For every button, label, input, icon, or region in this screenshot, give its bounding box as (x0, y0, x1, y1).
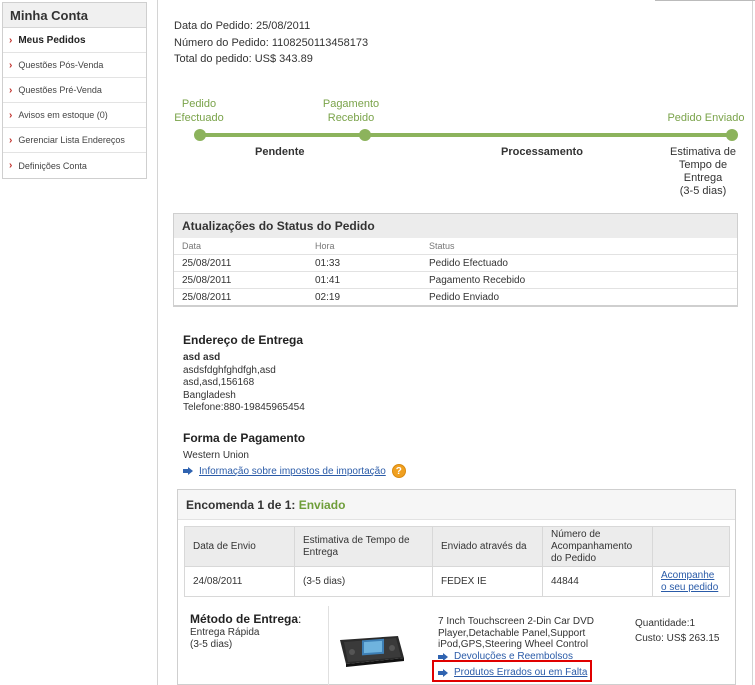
cell: 02:19 (315, 291, 341, 303)
step-pedido-efectuado: Pedido Efectuado (174, 98, 224, 124)
product-quantity-cost: Quantidade:1 Custo: US$ 263.15 (635, 616, 720, 646)
shipping-address: asd asd asdsfdghfghdfgh,asd asd,asd,1561… (183, 352, 305, 415)
address-line: asdsfdghfghdfgh,asd (183, 364, 276, 376)
cell: 25/08/2011 (182, 257, 232, 269)
status-updates-title: Atualizações do Status do Pedido (174, 214, 737, 238)
delivery-method-title: Método de Entrega: (190, 612, 302, 626)
shipment-table: Data de Envio Estimativa de Tempo de Ent… (184, 526, 730, 597)
sidebar-item-enderecos[interactable]: › Gerenciar Lista Endereços (3, 128, 146, 153)
progress-dot (194, 129, 206, 141)
chevron-right-icon: › (9, 160, 13, 171)
cell: 25/08/2011 (182, 291, 232, 303)
shipment-status: Enviado (298, 498, 346, 512)
column-header: Enviado através da (432, 526, 543, 567)
cell: Pagamento Recebido (429, 274, 526, 286)
status-updates-table: Atualizações do Status do Pedido Data Ho… (173, 213, 738, 307)
cell: 25/08/2011 (182, 274, 232, 286)
shipment-box: Encomenda 1 de 1: Enviado Data de Envio … (177, 489, 736, 685)
sidebar-title: Minha Conta (3, 3, 146, 28)
arrow-right-icon (183, 467, 193, 475)
column-header: Data (182, 241, 202, 251)
table-row: 25/08/2011 02:19 Pedido Enviado (174, 288, 737, 305)
product-cost: Custo: US$ 263.15 (635, 633, 720, 644)
sidebar-item-label: Meus Pedidos (18, 34, 86, 46)
payment-title: Forma de Pagamento (183, 431, 306, 445)
shipment-title-prefix: Encomenda 1 de 1: (186, 498, 296, 512)
cell: 44844 (542, 566, 653, 597)
highlight-box (432, 660, 592, 682)
sidebar-item-label: Questões Pré-Venda (18, 85, 102, 95)
cell: (3-5 dias) (294, 566, 433, 597)
address-phone: Telefone:880-19845965454 (183, 402, 305, 414)
step-pagamento-recebido: Pagamento Recebido (322, 98, 380, 124)
product-quantity: Quantidade:1 (635, 618, 696, 629)
chevron-right-icon: › (9, 134, 13, 146)
payment-method: Western Union (183, 450, 249, 461)
column-header: Hora (315, 241, 335, 251)
chevron-right-icon: › (9, 109, 13, 121)
sidebar-item-label: Questões Pós-Venda (18, 60, 104, 70)
column-header: Status (429, 241, 455, 251)
cell: 01:33 (315, 257, 341, 269)
delivery-method-value: Entrega Rápida (3-5 dias) (190, 627, 260, 650)
sidebar-item-label: Avisos em estoque (0) (18, 110, 108, 120)
cell: 01:41 (315, 274, 341, 286)
import-tax-link[interactable]: Informação sobre impostos de importação (199, 466, 386, 477)
table-header-row: Data Hora Status (174, 238, 737, 254)
progress-bar (200, 133, 732, 137)
order-detail-panel: Data do Pedido: 25/08/2011 Número do Ped… (157, 0, 755, 685)
cell: Pedido Efectuado (429, 257, 508, 269)
account-sidebar: Minha Conta › Meus Pedidos › Questões Pó… (2, 2, 147, 179)
order-summary: Data do Pedido: 25/08/2011 Número do Ped… (174, 18, 368, 68)
sidebar-item-pos-venda[interactable]: › Questões Pós-Venda (3, 53, 146, 78)
step-pedido-enviado: Pedido Enviado (667, 112, 745, 124)
column-header: Número de Acompanhamento do Pedido (542, 526, 653, 567)
column-header (652, 526, 730, 567)
cell: FEDEX IE (432, 566, 543, 597)
address-line: asd,asd,156168 (183, 377, 255, 389)
column-header: Estimativa de Tempo de Entrega (294, 526, 433, 567)
sidebar-item-meus-pedidos[interactable]: › Meus Pedidos (3, 28, 146, 53)
chevron-right-icon: › (9, 34, 13, 46)
recipient-name: asd asd (183, 352, 221, 363)
order-number: Número do Pedido: 1108250113458173 (174, 36, 369, 49)
order-date: Data do Pedido: 25/08/2011 (174, 20, 311, 32)
order-progress-tracker: Pedido Efectuado Pagamento Recebido Pedi… (158, 96, 754, 206)
sidebar-item-label: Definições Conta (18, 160, 87, 171)
product-name[interactable]: 7 Inch Touchscreen 2-Din Car DVD Player,… (438, 616, 608, 651)
sidebar-item-pre-venda[interactable]: › Questões Pré-Venda (3, 78, 146, 103)
address-line: Bangladesh (183, 389, 236, 401)
chevron-right-icon: › (9, 59, 13, 71)
address-title: Endereço de Entrega (183, 333, 304, 347)
sidebar-item-avisos-estoque[interactable]: › Avisos em estoque (0) (3, 103, 146, 128)
column-header: Data de Envio (184, 526, 295, 567)
progress-dot (726, 129, 738, 141)
sidebar-item-label: Gerenciar Lista Endereços (18, 135, 125, 145)
cell: Pedido Enviado (429, 291, 500, 303)
phase-pendente: Pendente (255, 146, 305, 158)
sidebar-item-definicoes[interactable]: › Definições Conta (3, 153, 146, 178)
table-header-row: Data de Envio Estimativa de Tempo de Ent… (184, 526, 730, 567)
delivery-estimate: Estimativa de Tempo de Entrega (3-5 dias… (669, 146, 737, 197)
table-row: 25/08/2011 01:33 Pedido Efectuado (174, 254, 737, 271)
import-tax-link-row: Informação sobre impostos de importação … (183, 464, 406, 478)
cell: 24/08/2011 (184, 566, 295, 597)
product-image[interactable] (338, 630, 406, 668)
divider (655, 0, 755, 1)
phase-processamento: Processamento (501, 146, 583, 158)
track-order-link[interactable]: Acompanhe o seu pedido (661, 570, 718, 593)
order-total: Total do pedido: US$ 343.89 (174, 53, 313, 65)
chevron-right-icon: › (9, 84, 13, 96)
shipment-title: Encomenda 1 de 1: Enviado (178, 490, 735, 520)
help-icon[interactable]: ? (391, 464, 406, 478)
progress-dot (359, 129, 371, 141)
table-row: 25/08/2011 01:41 Pagamento Recebido (174, 271, 737, 288)
table-row: 24/08/2011 (3-5 dias) FEDEX IE 44844 Aco… (184, 566, 730, 597)
cell: Acompanhe o seu pedido (652, 566, 730, 597)
divider (328, 606, 329, 685)
